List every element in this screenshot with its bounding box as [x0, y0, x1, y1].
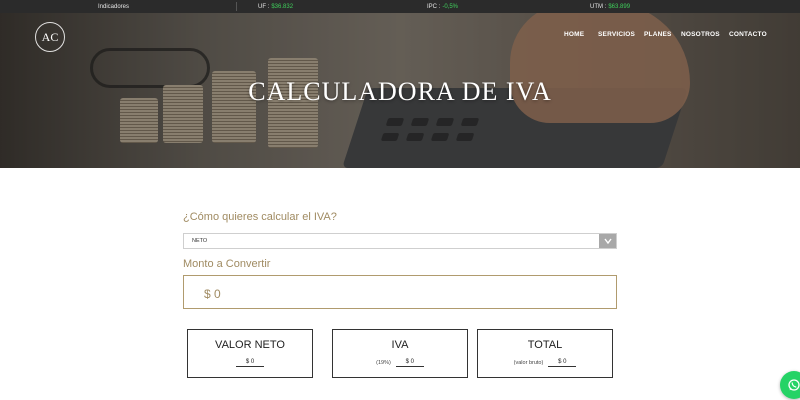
- nav-home[interactable]: HOME: [564, 31, 584, 38]
- result-note: (valor bruto): [513, 360, 544, 366]
- result-title: VALOR NETO: [215, 339, 285, 351]
- result-note: (19%): [376, 360, 391, 366]
- ipc-indicator: IPC : -0,5%: [427, 3, 459, 10]
- calc-mode-value: NETO: [192, 238, 208, 244]
- indicators-divider: [236, 2, 237, 11]
- result-value: $ 0: [395, 359, 424, 367]
- whatsapp-button[interactable]: [780, 371, 800, 399]
- nav-contacto[interactable]: CONTACTO: [729, 31, 767, 38]
- nav-nosotros[interactable]: NOSOTROS: [681, 31, 720, 38]
- result-title: TOTAL: [527, 339, 563, 351]
- uf-indicator: UF : $36.832: [258, 3, 294, 10]
- result-card-total: TOTAL (valor bruto) $ 0: [477, 329, 613, 378]
- result-card-neto: VALOR NETO $ 0: [187, 329, 313, 378]
- result-title: IVA: [391, 339, 409, 351]
- result-card-iva: IVA (19%) $ 0: [332, 329, 468, 378]
- indicators-bar: Indicadores UF : $36.832 IPC : -0,5% UTM :…: [0, 0, 800, 13]
- amount-input[interactable]: $ 0: [183, 275, 617, 309]
- page-title: CALCULADORA DE IVA: [248, 77, 552, 106]
- chevron-down-icon[interactable]: [599, 234, 616, 248]
- nav-servicios[interactable]: SERVICIOS: [598, 31, 635, 38]
- amount-label: Monto a Convertir: [183, 258, 271, 270]
- calc-mode-select[interactable]: NETO: [183, 233, 617, 249]
- calc-mode-label: ¿Cómo quieres calcular el IVA?: [183, 211, 337, 223]
- amount-value: $ 0: [204, 287, 221, 301]
- whatsapp-icon: [788, 379, 800, 391]
- result-value: $ 0: [236, 359, 264, 367]
- result-value: $ 0: [548, 359, 577, 367]
- indicators-label: Indicadores: [98, 3, 130, 10]
- main-nav: HOME SERVICIOS PLANES NOSOTROS CONTACTO: [0, 31, 800, 41]
- nav-planes[interactable]: PLANES: [644, 31, 672, 38]
- hero-banner: AC HOME SERVICIOS PLANES NOSOTROS CONTAC…: [0, 13, 800, 168]
- utm-indicator: UTM : $63.899: [590, 3, 631, 10]
